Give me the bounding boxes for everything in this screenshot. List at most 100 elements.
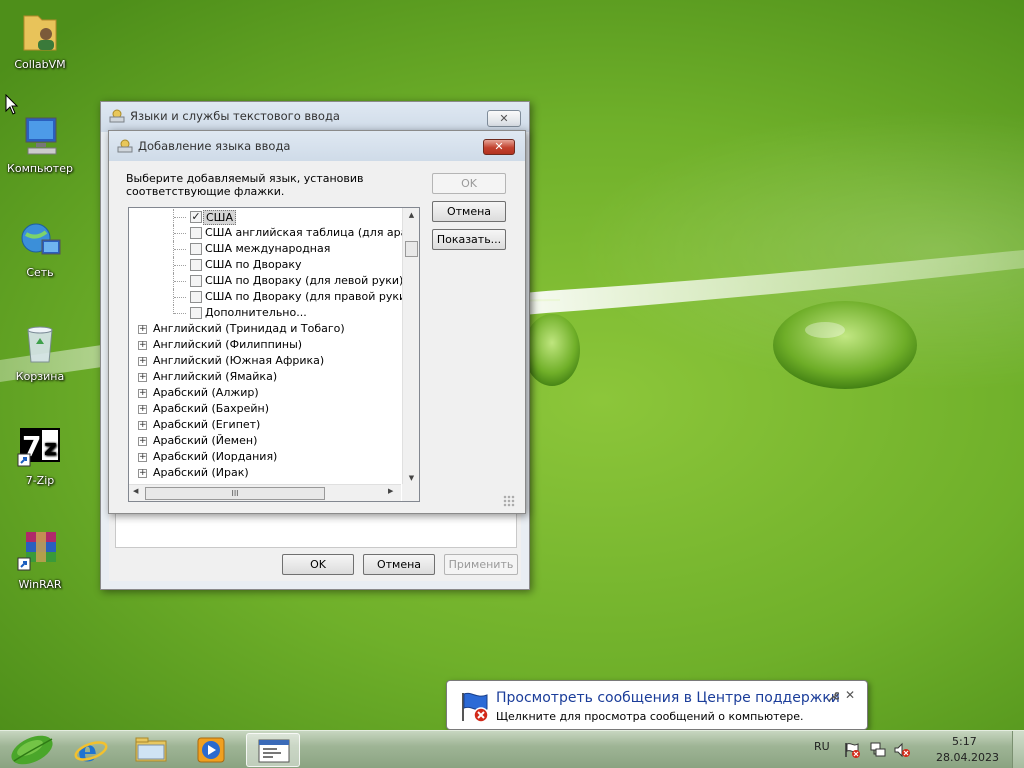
expand-plus-icon[interactable]: + bbox=[138, 325, 147, 334]
tree-layout-item[interactable]: США английская таблица (для арабской кла… bbox=[129, 225, 419, 241]
mouse-cursor-icon bbox=[5, 94, 19, 115]
tree-language-item[interactable]: + Английский (Южная Африка) bbox=[129, 353, 401, 369]
taskbar-internet-explorer[interactable]: e bbox=[64, 733, 118, 768]
language-tree-rows: ✓ США США английская таблица (для арабск… bbox=[129, 209, 419, 481]
tree-language-item[interactable]: + Английский (Ямайка) bbox=[129, 369, 401, 385]
tree-layout-item[interactable]: США по Двораку bbox=[129, 257, 401, 273]
layout-label: США по Двораку (для правой руки) bbox=[205, 290, 411, 303]
desktop-icon-computer[interactable]: Компьютер bbox=[4, 112, 76, 175]
text-services-cancel-button[interactable]: Отмена bbox=[363, 554, 435, 575]
layout-checkbox[interactable] bbox=[190, 275, 202, 287]
text-services-close-button[interactable]: ✕ bbox=[487, 110, 521, 127]
language-label: Английский (Филиппины) bbox=[153, 338, 303, 351]
language-indicator[interactable]: RU bbox=[814, 740, 830, 753]
tree-layout-item[interactable]: США международная bbox=[129, 241, 401, 257]
tree-layout-item[interactable]: Дополнительно... bbox=[129, 305, 401, 321]
text-services-ok-button[interactable]: OK bbox=[282, 554, 354, 575]
expand-plus-icon[interactable]: + bbox=[138, 421, 147, 430]
language-tree-view[interactable]: ✓ США США английская таблица (для арабск… bbox=[128, 207, 420, 502]
tree-language-item[interactable]: + Арабский (Ирак) bbox=[129, 465, 401, 481]
tree-language-item[interactable]: + Арабский (Алжир) bbox=[129, 385, 401, 401]
language-label: Английский (Ямайка) bbox=[153, 370, 278, 383]
tree-language-item[interactable]: + Арабский (Египет) bbox=[129, 417, 401, 433]
taskbar-media-player[interactable] bbox=[184, 733, 238, 767]
layout-label: США международная bbox=[205, 242, 331, 255]
instruction-text: Выберите добавляемый язык, установив соо… bbox=[126, 172, 364, 198]
language-label: Арабский (Йемен) bbox=[153, 434, 258, 447]
expand-plus-icon[interactable]: + bbox=[138, 389, 147, 398]
notification-text: Щелкните для просмотра сообщений о компь… bbox=[496, 710, 804, 723]
expand-plus-icon[interactable]: + bbox=[138, 357, 147, 366]
add-dialog-ok-button[interactable]: OK bbox=[432, 173, 506, 194]
layout-checkbox[interactable]: ✓ bbox=[190, 211, 202, 223]
add-dialog-cancel-button[interactable]: Отмена bbox=[432, 201, 506, 222]
notification-title[interactable]: Просмотреть сообщения в Центре поддержки bbox=[496, 690, 840, 706]
action-center-notification[interactable]: Просмотреть сообщения в Центре поддержки… bbox=[446, 680, 868, 744]
add-dialog-show-button[interactable]: Показать... bbox=[432, 229, 506, 250]
language-label: Английский (Тринидад и Тобаго) bbox=[153, 322, 345, 335]
horizontal-scroll-thumb[interactable]: III bbox=[145, 487, 325, 500]
tree-language-item[interactable]: + Английский (Тринидад и Тобаго) bbox=[129, 321, 401, 337]
tree-horizontal-scrollbar[interactable]: ◀ III ▶ bbox=[129, 484, 401, 501]
action-center-flag-icon bbox=[462, 692, 489, 723]
expand-plus-icon[interactable]: + bbox=[138, 373, 147, 382]
action-center-tray-icon[interactable] bbox=[843, 741, 861, 759]
tree-layout-item[interactable]: ✓ США bbox=[129, 209, 401, 225]
scroll-up-arrow-icon[interactable]: ▲ bbox=[403, 211, 419, 219]
desktop-icon-winrar[interactable]: WinRAR bbox=[4, 528, 76, 591]
wrench-icon[interactable] bbox=[827, 691, 839, 703]
add-input-language-titlebar[interactable]: Добавление языка ввода bbox=[109, 131, 525, 161]
expand-plus-icon[interactable]: + bbox=[138, 469, 147, 478]
start-button[interactable] bbox=[6, 733, 58, 767]
user-folder-icon bbox=[16, 8, 64, 56]
scroll-right-arrow-icon[interactable]: ▶ bbox=[388, 487, 393, 495]
desktop-icon-7zip[interactable]: 7z 7-Zip bbox=[4, 424, 76, 487]
desktop-icon-label: Сеть bbox=[26, 266, 54, 279]
scroll-down-arrow-icon[interactable]: ▼ bbox=[403, 474, 419, 482]
winrar-icon bbox=[16, 528, 64, 576]
tree-layout-item[interactable]: США по Двораку (для правой руки) bbox=[129, 289, 410, 305]
internet-explorer-icon: e bbox=[74, 734, 108, 768]
tree-language-item[interactable]: + Английский (Филиппины) bbox=[129, 337, 401, 353]
expand-plus-icon[interactable]: + bbox=[138, 405, 147, 414]
notification-close-button[interactable]: ✕ bbox=[845, 688, 855, 702]
layout-checkbox[interactable] bbox=[190, 307, 202, 319]
expand-plus-icon[interactable]: + bbox=[138, 453, 147, 462]
desktop-icon-collabvm[interactable]: CollabVM bbox=[4, 8, 76, 71]
layout-checkbox[interactable] bbox=[190, 243, 202, 255]
language-label: Арабский (Бахрейн) bbox=[153, 402, 269, 415]
language-label: Арабский (Ирак) bbox=[153, 466, 249, 479]
layout-label: США bbox=[203, 210, 236, 225]
tree-layout-item[interactable]: США по Двораку (для левой руки) bbox=[129, 273, 403, 289]
expand-plus-icon[interactable]: + bbox=[138, 341, 147, 350]
desktop-icon-label: 7-Zip bbox=[25, 474, 55, 487]
clock-time[interactable]: 5:17 bbox=[952, 735, 977, 748]
tree-language-item[interactable]: + Арабский (Йемен) bbox=[129, 433, 401, 449]
layout-checkbox[interactable] bbox=[190, 259, 202, 271]
desktop-icon-network[interactable]: Сеть bbox=[4, 216, 76, 279]
text-services-apply-button[interactable]: Применить bbox=[444, 554, 518, 575]
7zip-icon: 7z bbox=[16, 424, 64, 472]
taskbar-file-explorer[interactable] bbox=[124, 733, 178, 767]
volume-muted-icon[interactable] bbox=[893, 741, 911, 759]
resize-grip-icon[interactable] bbox=[503, 495, 515, 507]
layout-checkbox[interactable] bbox=[190, 227, 202, 239]
network-tray-icon[interactable] bbox=[869, 741, 887, 759]
layout-checkbox[interactable] bbox=[190, 291, 202, 303]
clock-date[interactable]: 28.04.2023 bbox=[936, 751, 999, 764]
expand-plus-icon[interactable]: + bbox=[138, 437, 147, 446]
add-input-language-title: Добавление языка ввода bbox=[138, 139, 291, 153]
text-services-titlebar[interactable]: Языки и службы текстового ввода bbox=[101, 102, 529, 130]
tree-language-item[interactable]: + Арабский (Иордания) bbox=[129, 449, 401, 465]
vertical-scroll-thumb[interactable] bbox=[405, 241, 418, 257]
add-input-language-dialog: Добавление языка ввода ✕ Выберите добавл… bbox=[108, 130, 526, 514]
add-input-language-close-button[interactable]: ✕ bbox=[483, 139, 515, 155]
taskbar-control-panel-window[interactable] bbox=[246, 733, 300, 767]
taskbar: e RU 5:17 28.04.2023 bbox=[0, 730, 1024, 768]
tree-vertical-scrollbar[interactable]: ▲ ▼ bbox=[402, 208, 419, 486]
tree-language-item[interactable]: + Арабский (Бахрейн) bbox=[129, 401, 401, 417]
scroll-left-arrow-icon[interactable]: ◀ bbox=[133, 487, 138, 495]
keyboard-globe-icon bbox=[117, 139, 133, 153]
desktop-icon-recycle-bin[interactable]: Корзина bbox=[4, 320, 76, 383]
show-desktop-button[interactable] bbox=[1012, 731, 1024, 768]
